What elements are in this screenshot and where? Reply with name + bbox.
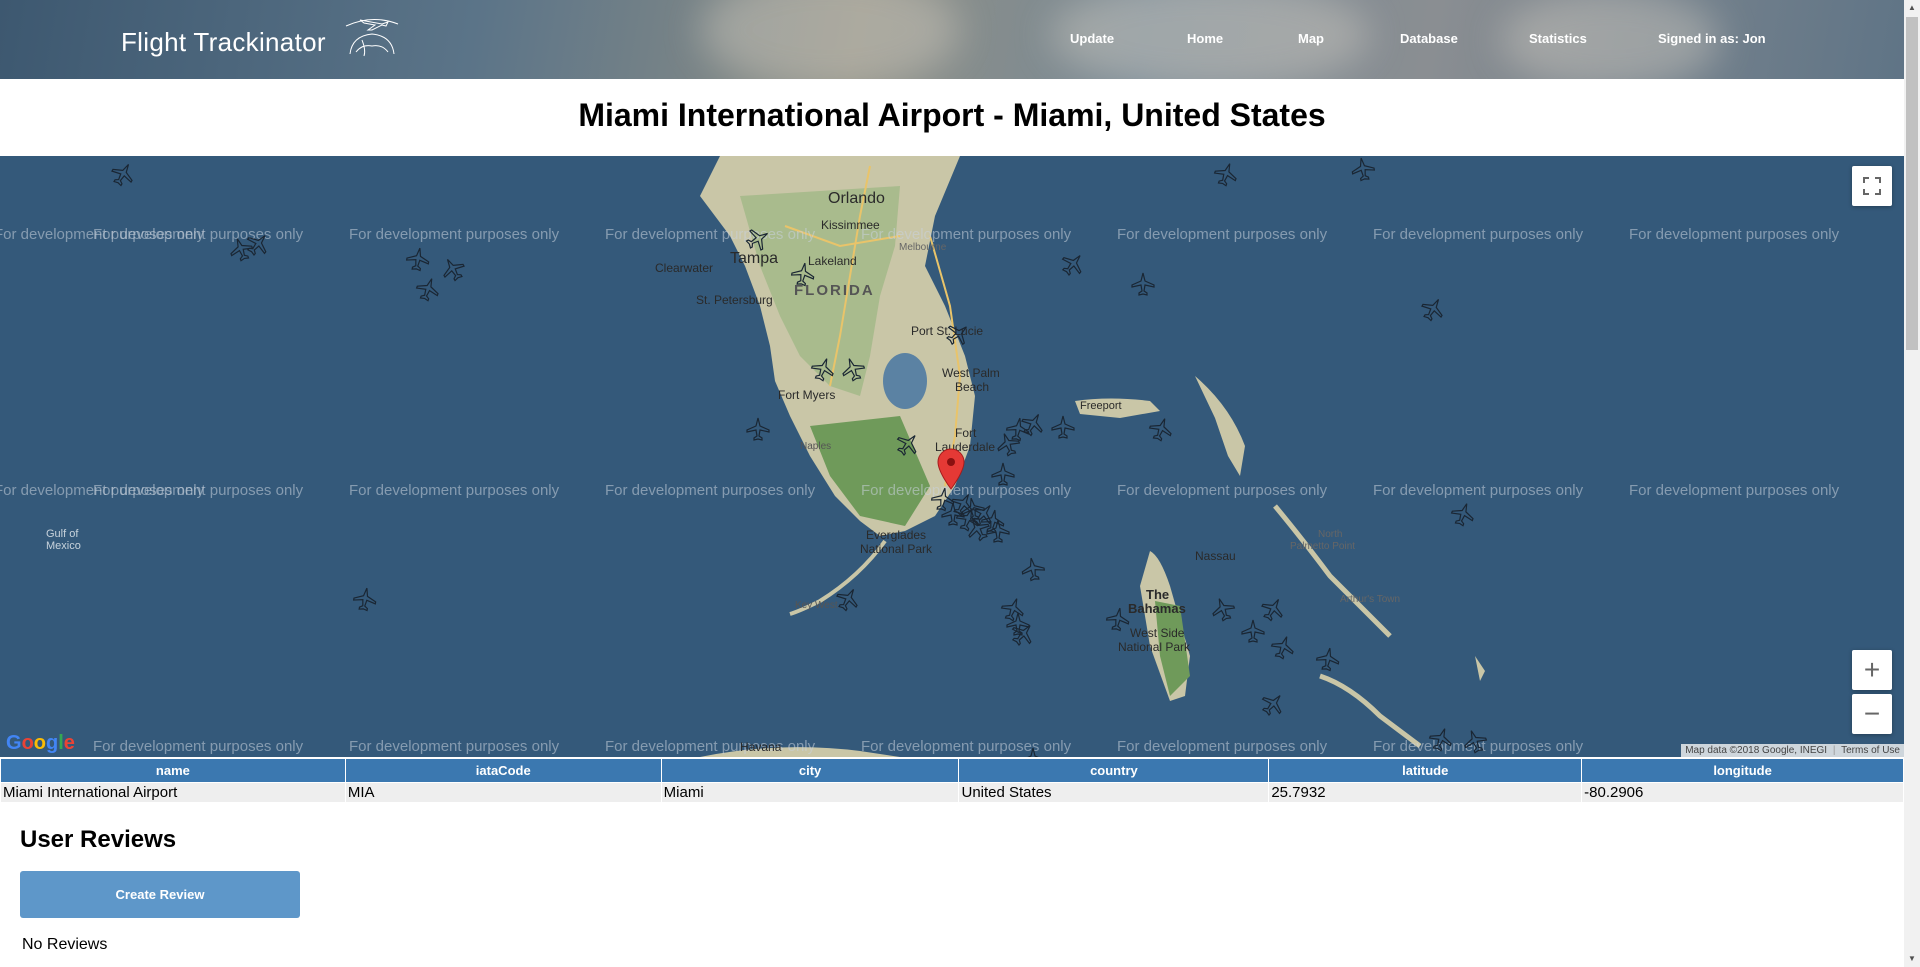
zoom-in-button[interactable]: + [1852,650,1892,690]
map-attribution: Map data ©2018 Google, INEGI | Terms of … [1681,744,1904,757]
cell-longitude: -80.2906 [1581,782,1904,803]
navbar: Flight Trackinator Update Home Map Datab… [0,0,1904,79]
nav-map[interactable]: Map [1298,31,1324,46]
watermark: For development purposes only [605,738,816,755]
map-label-national-park: National Park [860,542,933,556]
brand-title[interactable]: Flight Trackinator [121,27,326,58]
watermark: For development purposes only [1117,482,1328,499]
column-header-longitude: longitude [1581,758,1904,783]
cell-city: Miami [660,782,960,803]
airplane-icon[interactable] [985,518,1011,544]
column-header-name: name [0,758,346,783]
zoom-out-button[interactable]: − [1852,694,1892,734]
column-header-iatacode: iataCode [344,758,662,783]
airplane-icon[interactable] [788,259,818,289]
nav-signed-in-user[interactable]: Signed in as: Jon [1658,31,1766,46]
map-label-havana: Havana [740,740,782,754]
column-header-city: city [660,758,960,783]
map-label-west-side: West Side [1130,626,1185,640]
watermark: For development purposes only [1373,482,1584,499]
map-label-freeport: Freeport [1080,400,1122,412]
map-label-melbourne: Melbourne [899,242,947,253]
map-label-mexico: Mexico [46,540,81,552]
page-scrollbar[interactable]: ▲ ▼ [1904,0,1920,967]
airplane-icon[interactable] [990,461,1016,487]
watermark: For development purposes only [1117,226,1328,243]
plane-globe-logo-icon [345,19,399,57]
column-header-country: country [958,758,1270,783]
map-label-kissimmee: Kissimmee [821,218,880,232]
map-pin-icon[interactable] [937,448,965,490]
map-label-north: North [1318,529,1343,540]
page-title: Miami International Airport - Miami, Uni… [578,97,1326,133]
map-label-nassau: Nassau [1195,549,1236,563]
cell-name: Miami International Airport [0,782,346,803]
watermark: For development purposes only [93,482,304,499]
map-label-everglades: Everglades [866,528,927,542]
airplane-icon[interactable] [745,416,771,442]
map-label-st-petersburg: St. Petersburg [696,293,773,307]
scroll-down-arrow-icon[interactable]: ▼ [1904,951,1920,967]
cell-latitude: 25.7932 [1268,782,1583,803]
nav-home[interactable]: Home [1187,31,1223,46]
watermark: For development purposes only [349,738,560,755]
nav-database[interactable]: Database [1400,31,1458,46]
map-label-fort-myers: Fort Myers [778,388,836,402]
map-label-clearwater: Clearwater [655,261,714,275]
table-row: Miami International Airport MIA Miami Un… [0,782,1904,803]
watermark: For development purposes only [861,226,1072,243]
map-label-palmetto-point: Palmetto Point [1290,541,1356,552]
watermark: For development purposes only [349,226,560,243]
map-label-west-palm: West Palm [942,366,1000,380]
google-logo[interactable]: Google [6,732,75,755]
no-reviews-text: No Reviews [22,936,108,953]
airplane-icon[interactable] [1103,604,1133,634]
user-reviews-heading: User Reviews [20,826,177,853]
map-label-beach: Beach [955,380,990,394]
cell-country: United States [958,782,1270,803]
airplane-icon[interactable] [1313,644,1343,674]
watermark: For development purposes only [1373,226,1584,243]
airplane-icon[interactable] [1018,554,1048,584]
map-label-west-side-park: National Park [1118,640,1191,654]
airplane-icon[interactable] [350,584,380,614]
map-data-credit: Map data ©2018 Google, INEGI [1685,745,1828,756]
watermark: For development purposes only [605,226,816,243]
map-label-fort: Fort [955,426,977,440]
watermark: For development purposes only [1629,226,1840,243]
column-header-latitude: latitude [1268,758,1583,783]
airplane-icon[interactable] [1240,618,1266,644]
nav-update[interactable]: Update [1070,31,1114,46]
watermark: For development purposes only [1117,738,1328,755]
create-review-button[interactable]: Create Review [20,871,300,918]
map-label-arthurs-town: Arthur's Town [1340,594,1401,605]
terms-of-use-link[interactable]: Terms of Use [1841,745,1900,756]
airplane-icon[interactable] [1020,746,1046,757]
map-label-gulf: Gulf of [46,528,79,540]
airplane-icon[interactable] [1050,414,1076,440]
cell-iatacode: MIA [344,782,662,803]
airplane-icon[interactable] [1348,156,1378,184]
watermark: For development purposes only [605,482,816,499]
map-view[interactable]: For development purposes only For develo… [0,156,1904,757]
map-label-bahamas: Bahamas [1128,601,1186,616]
scrollbar-thumb[interactable] [1906,17,1918,350]
fullscreen-button[interactable] [1852,166,1892,206]
map-label-the: The [1146,587,1170,602]
watermark: For development purposes only [349,482,560,499]
fullscreen-icon [1863,177,1881,195]
map-label-orlando: Orlando [828,190,885,207]
airplane-icon[interactable] [403,244,433,274]
map-label-naples: Naples [800,441,832,452]
airplane-icon[interactable] [1130,271,1156,297]
scroll-up-arrow-icon[interactable]: ▲ [1904,0,1920,16]
watermark: For development purposes only [93,738,304,755]
airport-details-table: name iataCode city country latitude long… [0,758,1904,803]
watermark: For development purposes only [1629,482,1840,499]
nav-statistics[interactable]: Statistics [1529,31,1587,46]
